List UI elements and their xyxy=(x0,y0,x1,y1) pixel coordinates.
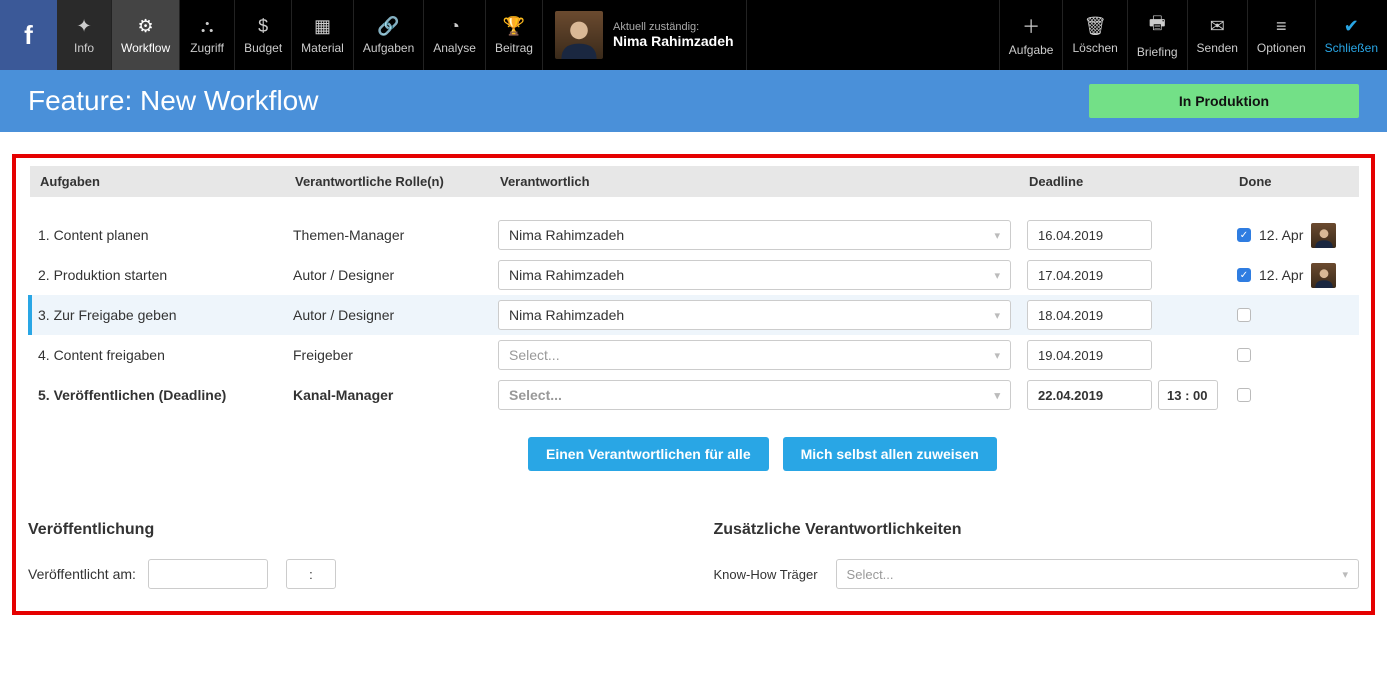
material-icon: ▦ xyxy=(314,16,331,37)
page-title: Feature: New Workflow xyxy=(28,85,318,117)
aufgaben-icon: 🔗 xyxy=(377,16,399,37)
task-row: 2. Produktion startenAutor / Designer Nim… xyxy=(30,255,1359,295)
chevron-down-icon: ▾ xyxy=(994,349,1000,362)
topbar: f ✦Info⚙Workflow⛬Zugriff$Budget▦Material… xyxy=(0,0,1387,70)
titlebar: Feature: New Workflow In Produktion xyxy=(0,70,1387,132)
zugriff-icon: ⛬ xyxy=(201,16,214,37)
nav-aufgaben[interactable]: 🔗Aufgaben xyxy=(354,0,424,70)
task-row: 1. Content planenThemen-Manager Nima Rahi… xyxy=(30,215,1359,255)
nav-beitrag[interactable]: 🏆Beitrag xyxy=(486,0,543,70)
knowhow-select[interactable]: Select...▾ xyxy=(836,559,1359,589)
published-time-input[interactable]: : xyxy=(286,559,336,589)
task-name: 5. Veröffentlichen (Deadline) xyxy=(30,375,285,415)
task-role: Freigeber xyxy=(285,335,490,375)
done-checkbox[interactable] xyxy=(1237,348,1251,362)
done-checkbox[interactable]: ✓ xyxy=(1237,228,1251,242)
analyse-icon: ◔ xyxy=(449,16,460,37)
briefing-icon: 🖶 xyxy=(1149,11,1166,41)
chevron-down-icon: ▾ xyxy=(994,229,1000,242)
nav-briefing[interactable]: 🖶Briefing xyxy=(1127,0,1187,70)
assign-one-all-button[interactable]: Einen Verantwortlichen für alle xyxy=(528,437,769,471)
nav-zugriff[interactable]: ⛬Zugriff xyxy=(180,0,235,70)
done-date: 12. Apr xyxy=(1259,227,1303,243)
facebook-logo: f xyxy=(0,0,57,70)
nav-material[interactable]: ▦Material xyxy=(292,0,354,70)
th-deadline: Deadline xyxy=(1019,166,1229,197)
avatar xyxy=(1311,223,1336,248)
task-role: Themen-Manager xyxy=(285,215,490,255)
done-checkbox[interactable]: ✓ xyxy=(1237,268,1251,282)
highlighted-frame: Aufgaben Verantwortliche Rolle(n) Verant… xyxy=(12,154,1375,615)
deadline-input[interactable]: 19.04.2019 xyxy=(1027,340,1152,370)
deadline-time-input[interactable]: 13 : 00 xyxy=(1158,380,1218,410)
avatar xyxy=(555,11,603,59)
deadline-input[interactable]: 17.04.2019 xyxy=(1027,260,1152,290)
task-name: 3. Zur Freigabe geben xyxy=(30,295,285,335)
deadline-input[interactable]: 18.04.2019 xyxy=(1027,300,1152,330)
done-checkbox[interactable] xyxy=(1237,388,1251,402)
schließen-icon: ✔ xyxy=(1344,16,1359,37)
publication-section: Veröffentlichung Veröffentlicht am: : xyxy=(28,521,674,589)
assign-button-row: Einen Verantwortlichen für alle Mich sel… xyxy=(528,437,1359,471)
deadline-input[interactable]: 22.04.2019 xyxy=(1027,380,1152,410)
chevron-down-icon: ▾ xyxy=(1342,568,1348,581)
nav-schließen[interactable]: ✔Schließen xyxy=(1315,0,1387,70)
budget-icon: $ xyxy=(258,16,268,37)
published-date-input[interactable] xyxy=(148,559,268,589)
nav-aufgabe[interactable]: ＋Aufgabe xyxy=(999,0,1063,70)
task-role: Autor / Designer xyxy=(285,255,490,295)
th-resp: Verantwortlich xyxy=(490,166,1019,197)
chevron-down-icon: ▾ xyxy=(994,309,1000,322)
responsible-select[interactable]: Nima Rahimzadeh▾ xyxy=(498,220,1011,250)
task-name: 4. Content freigaben xyxy=(30,335,285,375)
done-date: 12. Apr xyxy=(1259,267,1303,283)
assign-self-all-button[interactable]: Mich selbst allen zuweisen xyxy=(783,437,997,471)
aufgabe-icon: ＋ xyxy=(1022,13,1040,39)
task-name: 2. Produktion starten xyxy=(30,255,285,295)
nav-analyse[interactable]: ◔Analyse xyxy=(424,0,486,70)
th-done: Done xyxy=(1229,166,1359,197)
nav-optionen[interactable]: ≡Optionen xyxy=(1247,0,1315,70)
löschen-icon: 🗑 xyxy=(1084,16,1107,37)
responsible-select[interactable]: Select...▾ xyxy=(498,380,1011,410)
nav-workflow[interactable]: ⚙Workflow xyxy=(112,0,180,70)
knowhow-label: Know-How Träger xyxy=(714,567,818,582)
assignee-block: Aktuell zuständig: Nima Rahimzadeh xyxy=(543,0,747,70)
task-row: 4. Content freigabenFreigeber Select...▾ 1… xyxy=(30,335,1359,375)
assignee-name: Nima Rahimzadeh xyxy=(613,33,734,49)
info-icon: ✦ xyxy=(76,16,91,37)
extra-resp-section: Zusätzliche Verantwortlichkeiten Know-Ho… xyxy=(714,521,1360,589)
task-row: 3. Zur Freigabe gebenAutor / Designer Nim… xyxy=(30,295,1359,335)
optionen-icon: ≡ xyxy=(1276,16,1287,37)
responsible-select[interactable]: Nima Rahimzadeh▾ xyxy=(498,260,1011,290)
workflow-icon: ⚙ xyxy=(137,16,153,37)
nav-senden[interactable]: ✉Senden xyxy=(1187,0,1247,70)
deadline-input[interactable]: 16.04.2019 xyxy=(1027,220,1152,250)
nav-budget[interactable]: $Budget xyxy=(235,0,292,70)
tasks-table: Aufgaben Verantwortliche Rolle(n) Verant… xyxy=(28,166,1359,415)
status-button[interactable]: In Produktion xyxy=(1089,84,1359,118)
senden-icon: ✉ xyxy=(1210,16,1225,37)
th-tasks: Aufgaben xyxy=(30,166,285,197)
publication-title: Veröffentlichung xyxy=(28,521,674,539)
task-role: Autor / Designer xyxy=(285,295,490,335)
published-at-label: Veröffentlicht am: xyxy=(28,566,136,582)
task-name: 1. Content planen xyxy=(30,215,285,255)
th-role: Verantwortliche Rolle(n) xyxy=(285,166,490,197)
responsible-select[interactable]: Nima Rahimzadeh▾ xyxy=(498,300,1011,330)
nav-info[interactable]: ✦Info xyxy=(57,0,112,70)
responsible-select[interactable]: Select...▾ xyxy=(498,340,1011,370)
extra-resp-title: Zusätzliche Verantwortlichkeiten xyxy=(714,521,1360,539)
chevron-down-icon: ▾ xyxy=(994,389,1000,402)
beitrag-icon: 🏆 xyxy=(503,16,525,37)
nav-löschen[interactable]: 🗑Löschen xyxy=(1062,0,1126,70)
chevron-down-icon: ▾ xyxy=(994,269,1000,282)
assignee-label: Aktuell zuständig: xyxy=(613,21,734,33)
avatar xyxy=(1311,263,1336,288)
task-role: Kanal-Manager xyxy=(285,375,490,415)
done-checkbox[interactable] xyxy=(1237,308,1251,322)
task-row: 5. Veröffentlichen (Deadline)Kanal-Manag… xyxy=(30,375,1359,415)
